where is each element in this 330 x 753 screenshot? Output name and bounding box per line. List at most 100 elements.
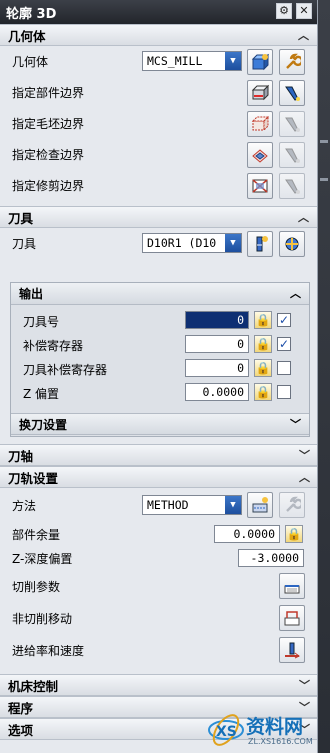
trim-boundary-row: 指定修剪边界 [0, 170, 317, 201]
operation-dialog: 轮廓 3D ⚙ ✕ 几何体 ︿ 几何体 MCS_MILL ▼ 指定部件边界 指定… [0, 0, 318, 753]
specify-trim-boundary-button[interactable] [247, 173, 273, 199]
lock-icon: 🔒 [255, 385, 271, 399]
section-tool-title: 刀具 [8, 210, 34, 226]
flashlight-icon [285, 148, 300, 163]
flashlight-icon [285, 179, 300, 194]
lock-icon: 🔒 [255, 337, 271, 351]
stock-lock-button[interactable]: 🔒 [285, 525, 303, 543]
section-geometry-header[interactable]: 几何体 ︿ [0, 24, 317, 46]
section-options-title: 选项 [8, 722, 34, 738]
lock-icon: 🔒 [286, 527, 302, 541]
comp-register-input[interactable]: 0 [185, 335, 249, 353]
specify-part-boundary-button[interactable] [247, 80, 273, 106]
trim-boundary-label: 指定修剪边界 [12, 179, 85, 193]
feeds-speeds-button[interactable] [279, 637, 305, 663]
right-toolbar-strip [318, 0, 330, 753]
part-boundary-icon [251, 84, 269, 101]
z-offset-lock-button[interactable]: 🔒 [254, 383, 272, 401]
chevron-down-icon[interactable]: ﹀ [299, 677, 310, 693]
display-check-boundary-button[interactable] [279, 142, 305, 168]
new-tool-button[interactable] [247, 231, 273, 257]
geometry-select[interactable]: MCS_MILL ▼ [142, 51, 242, 71]
chevron-down-icon[interactable]: ﹀ [299, 447, 310, 463]
new-geometry-button[interactable] [247, 49, 273, 75]
geometry-select-value: MCS_MILL [147, 54, 203, 68]
edit-method-button[interactable] [279, 492, 305, 518]
chevron-up-icon[interactable]: ︿ [298, 27, 309, 43]
method-select[interactable]: METHOD ▼ [142, 495, 242, 515]
geometry-row: 几何体 MCS_MILL ▼ [0, 46, 317, 77]
feeds-speeds-row: 进给率和速度 [0, 634, 317, 666]
chevron-up-icon[interactable]: ︿ [299, 469, 310, 485]
feeds-speeds-label: 进给率和速度 [12, 643, 85, 658]
tool-number-label: 刀具号 [23, 315, 60, 329]
method-select-value: METHOD [147, 498, 189, 512]
tool-number-input[interactable]: 0 [185, 311, 249, 329]
display-trim-boundary-button[interactable] [279, 173, 305, 199]
tool-comp-register-checkbox[interactable] [277, 361, 291, 375]
dropdown-arrow-icon[interactable]: ▼ [225, 234, 241, 252]
dropdown-arrow-icon[interactable]: ▼ [225, 496, 241, 514]
edit-geometry-button[interactable] [279, 49, 305, 75]
part-boundary-row: 指定部件边界 [0, 77, 317, 108]
section-tool-axis-header[interactable]: 刀轴 ﹀ [0, 444, 317, 466]
non-cutting-row: 非切削移动 [0, 602, 317, 634]
z-depth-input[interactable]: -3.0000 [238, 549, 304, 567]
method-label: 方法 [12, 498, 37, 513]
z-depth-label: Z-深度偏置 [12, 551, 73, 566]
section-machine-control-header[interactable]: 机床控制 ﹀ [0, 674, 317, 696]
dialog-titlebar: 轮廓 3D ⚙ ✕ [0, 0, 317, 24]
z-depth-row: Z-深度偏置 -3.0000 [0, 546, 317, 570]
stock-row: 部件余量 0.0000 🔒 [0, 522, 317, 546]
tool-comp-register-label: 刀具补偿寄存器 [23, 363, 108, 377]
tool-change-title: 换刀设置 [19, 417, 68, 432]
specify-blank-boundary-button[interactable] [247, 111, 273, 137]
toolbar-handle[interactable] [320, 178, 328, 181]
tool-number-checkbox[interactable]: ✓ [277, 313, 291, 327]
blank-boundary-icon [251, 115, 269, 132]
cutting-params-button[interactable] [279, 573, 305, 599]
chevron-up-icon[interactable]: ︿ [298, 209, 309, 225]
output-panel: 输出 ︿ 刀具号 0 🔒 ✓ 补偿寄存器 0 🔒 ✓ 刀具补偿寄存器 0 🔒 Z… [10, 282, 310, 437]
section-path-settings-header[interactable]: 刀轨设置 ︿ [0, 466, 317, 488]
watermark-url: ZL.XS1616.COM [248, 737, 313, 746]
tool-comp-register-input[interactable]: 0 [185, 359, 249, 377]
new-geometry-icon [251, 53, 269, 71]
comp-register-lock-button[interactable]: 🔒 [254, 335, 272, 353]
stock-input[interactable]: 0.0000 [214, 525, 280, 543]
flashlight-icon [285, 86, 300, 101]
method-row: 方法 METHOD ▼ [0, 488, 317, 522]
chevron-down-icon[interactable]: ﹀ [290, 416, 301, 432]
specify-check-boundary-button[interactable] [247, 142, 273, 168]
non-cutting-button[interactable] [279, 605, 305, 631]
edit-tool-button[interactable] [279, 231, 305, 257]
cutting-params-icon [284, 585, 300, 594]
comp-register-checkbox[interactable]: ✓ [277, 337, 291, 351]
check-boundary-icon [252, 149, 268, 163]
feeds-speeds-icon [285, 642, 300, 659]
tool-change-subheader[interactable]: 换刀设置 ﹀ [11, 413, 309, 435]
dropdown-arrow-icon[interactable]: ▼ [225, 52, 241, 70]
display-blank-boundary-button[interactable] [279, 111, 305, 137]
new-method-icon [252, 497, 268, 513]
toolbar-handle[interactable] [320, 140, 328, 143]
check-boundary-label: 指定检查边界 [12, 148, 85, 162]
close-icon[interactable]: ✕ [296, 3, 312, 19]
output-subheader[interactable]: 输出 ︿ [11, 283, 309, 305]
z-offset-input[interactable]: 0.0000 [185, 383, 249, 401]
z-offset-label: Z 偏置 [23, 387, 60, 401]
gear-icon[interactable]: ⚙ [276, 3, 292, 19]
section-program-title: 程序 [8, 700, 34, 716]
geometry-label: 几何体 [12, 55, 49, 69]
tool-label: 刀具 [12, 237, 37, 251]
section-tool-header[interactable]: 刀具 ︿ [0, 206, 317, 228]
tool-number-lock-button[interactable]: 🔒 [254, 311, 272, 329]
tool-comp-register-lock-button[interactable]: 🔒 [254, 359, 272, 377]
z-offset-checkbox[interactable] [277, 385, 291, 399]
tool-select[interactable]: D10R1 (D10 ▼ [142, 233, 242, 253]
watermark-brand: 资料网 [246, 716, 304, 738]
chevron-up-icon[interactable]: ︿ [290, 285, 301, 301]
display-part-boundary-button[interactable] [279, 80, 305, 106]
new-method-button[interactable] [247, 492, 273, 518]
cutting-params-row: 切削参数 [0, 570, 317, 602]
